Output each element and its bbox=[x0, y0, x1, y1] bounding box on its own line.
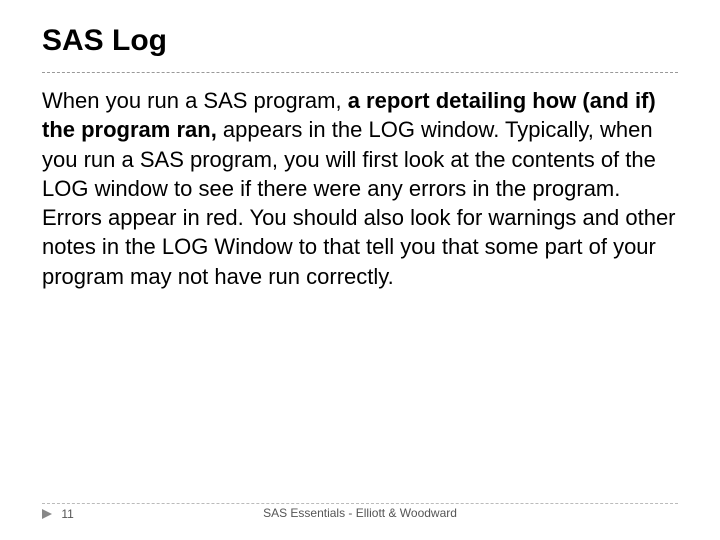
title-divider bbox=[42, 72, 678, 73]
footer: 11 SAS Essentials - Elliott & Woodward bbox=[42, 506, 678, 526]
body-pre: When you run a SAS program, bbox=[42, 88, 348, 113]
slide-title: SAS Log bbox=[42, 24, 167, 58]
footer-center-text: SAS Essentials - Elliott & Woodward bbox=[42, 506, 678, 520]
footer-divider bbox=[42, 503, 678, 504]
slide: SAS Log When you run a SAS program, a re… bbox=[0, 0, 720, 540]
body-text: When you run a SAS program, a report det… bbox=[42, 86, 678, 291]
body-post: appears in the LOG window. Typically, wh… bbox=[42, 117, 676, 288]
